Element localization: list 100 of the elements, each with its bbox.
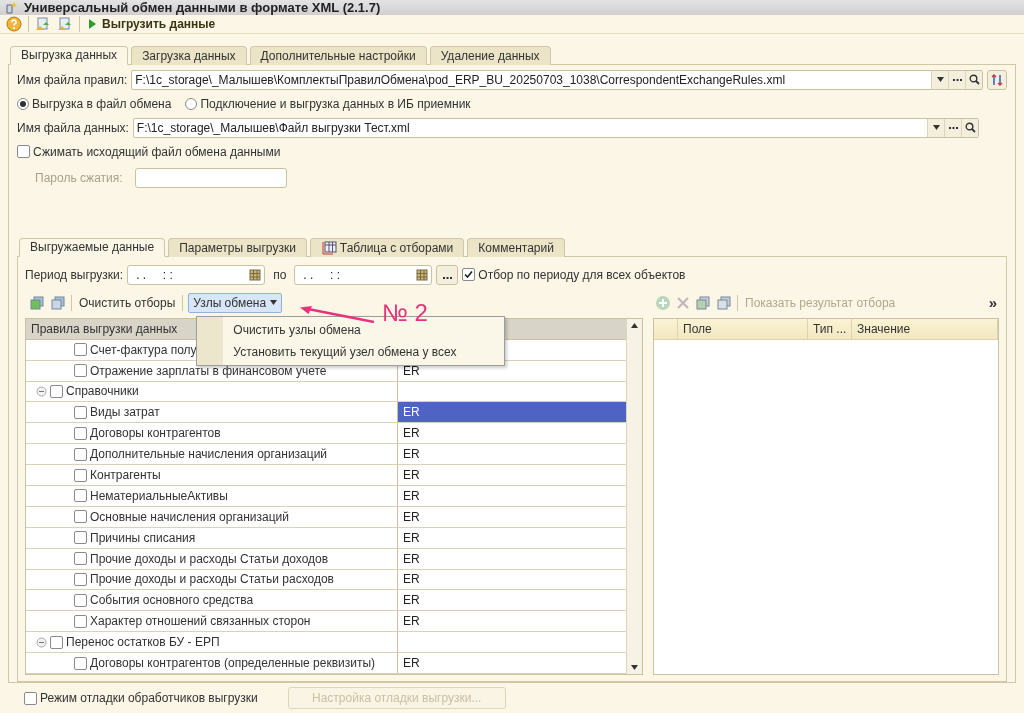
radio-label: Выгрузка в файл обмена (32, 96, 172, 111)
tab[interactable]: Дополнительные настройки (249, 45, 427, 65)
exchange-nodes-dropdown[interactable]: Узлы обмена (188, 292, 283, 313)
checkbox[interactable] (24, 691, 37, 705)
rule-name: Договоры контрагентов (определенные реквизиты) (90, 656, 376, 671)
rule-name: Основные начисления организаций (90, 509, 290, 524)
export-button[interactable]: Выгрузить данные (86, 16, 218, 31)
document-import-icon[interactable] (35, 15, 51, 32)
scroll-up-icon[interactable] (631, 322, 638, 328)
checkbox[interactable] (74, 343, 87, 357)
checkbox-label: Сжимать исходящий файл обмена данными (33, 144, 281, 159)
search-icon[interactable] (965, 70, 982, 89)
annotation-label: № 2 (382, 300, 428, 326)
collapse-icon[interactable] (36, 385, 47, 397)
rule-name: Характер отношений связанных сторон (90, 614, 311, 629)
column-header[interactable]: Тип ... (808, 318, 852, 339)
password-field[interactable] (134, 167, 287, 188)
column-header[interactable]: Правила выгрузки данных (31, 321, 178, 336)
dropdown-icon[interactable] (932, 125, 940, 131)
period-button[interactable] (436, 264, 459, 285)
node-value: ER (403, 656, 420, 671)
checkbox[interactable] (17, 145, 30, 159)
ellipsis-icon[interactable] (948, 126, 958, 129)
column-header[interactable]: Значение (852, 318, 998, 339)
tab[interactable]: Загрузка данных (131, 45, 247, 65)
node-value: ER (403, 572, 420, 587)
radio-button[interactable] (17, 97, 29, 110)
checkbox[interactable] (74, 552, 87, 566)
delete-icon[interactable] (676, 295, 690, 310)
tab[interactable]: Параметры выгрузки (168, 237, 307, 257)
check-all-icon[interactable] (695, 294, 711, 311)
checkbox[interactable] (74, 426, 87, 440)
data-file-field[interactable]: F:\1c_storage\_Малышев\Файл выгрузки Тест.xml (132, 117, 979, 138)
tab[interactable]: Таблица с отборами (309, 237, 465, 257)
rule-name: Счет-фактура полу (90, 342, 197, 357)
dropdown-icon[interactable] (936, 77, 944, 83)
ellipsis-icon[interactable] (442, 276, 452, 279)
checkbox[interactable] (74, 405, 87, 419)
checkbox[interactable] (74, 489, 87, 503)
calendar-icon[interactable] (249, 268, 262, 281)
field-label: Имя файла правил: (17, 72, 128, 87)
window-title: Универсальный обмен данными в формате XML (2.1.7) (24, 0, 381, 15)
ellipsis-icon[interactable] (952, 78, 962, 81)
checkbox[interactable] (74, 593, 87, 607)
checkbox[interactable] (74, 364, 87, 378)
checkbox-label: Отбор по периоду для всех объектов (478, 267, 686, 282)
rule-name: Дополнительные начисления организаций (90, 447, 328, 462)
node-value: ER (403, 363, 420, 378)
app-icon (4, 0, 18, 15)
node-value: ER (403, 488, 420, 503)
rule-name: Виды затрат (90, 405, 160, 420)
checkbox[interactable] (74, 447, 87, 461)
table-icon (320, 240, 337, 255)
calendar-icon[interactable] (416, 268, 429, 281)
checkbox[interactable] (50, 635, 63, 649)
date-field[interactable]: . . : : (127, 264, 266, 285)
checkbox[interactable] (50, 384, 63, 398)
tab[interactable]: Удаление данных (429, 45, 551, 65)
checkbox[interactable] (74, 468, 87, 482)
rules-file-field[interactable]: F:\1c_storage\_Малышев\КомплектыПравилОбмена\pod_ERP_BU_20250703_1038\CorrespondentExchangeRules.xml (131, 69, 983, 90)
rule-name: События основного средства (90, 593, 254, 608)
checkbox[interactable] (74, 656, 87, 670)
field-label: Имя файла данных: (17, 120, 129, 135)
node-value: ER (403, 447, 420, 462)
checkbox[interactable] (74, 510, 87, 524)
more-button[interactable]: » (986, 294, 999, 312)
menu-item[interactable]: Установить текущий узел обмена у всех (197, 340, 505, 363)
checkbox[interactable] (74, 531, 87, 545)
rule-name: Контрагенты (90, 468, 161, 483)
radio-label: Подключение и выгрузка данных в ИБ приемник (200, 96, 471, 111)
rule-name: Отражение зарплаты в финансовом учете (90, 363, 327, 378)
play-icon (88, 17, 97, 30)
node-value: ER (403, 593, 420, 608)
search-icon[interactable] (961, 118, 978, 137)
checkbox[interactable] (74, 573, 87, 586)
refresh-button[interactable] (987, 69, 1007, 90)
checkbox[interactable] (74, 614, 87, 628)
uncheck-all-icon[interactable] (50, 294, 66, 311)
radio-button[interactable] (185, 97, 198, 110)
node-value: ER (403, 426, 420, 441)
dropdown-icon[interactable] (270, 300, 278, 306)
checkbox[interactable] (462, 268, 476, 282)
rule-name: Прочие доходы и расходы Статьи расходов (90, 572, 334, 587)
node-value: ER (403, 468, 420, 483)
column-header[interactable]: Поле (678, 318, 808, 339)
selected-cell[interactable]: ER (398, 402, 626, 423)
uncheck-all-icon[interactable] (716, 294, 732, 311)
collapse-icon[interactable] (36, 636, 47, 648)
tab[interactable]: Комментарий (467, 237, 565, 257)
scrollbar[interactable] (626, 318, 642, 674)
check-all-icon[interactable] (29, 294, 45, 311)
clear-filters-button[interactable]: Очистить отборы (77, 295, 178, 310)
tab[interactable]: Выгрузка данных (10, 45, 129, 65)
node-value: ER (403, 530, 420, 545)
document-export-icon[interactable] (57, 15, 73, 32)
help-icon[interactable] (6, 15, 22, 32)
node-value: ER (403, 614, 420, 629)
tab[interactable]: Выгружаемые данные (19, 237, 166, 257)
date-field[interactable]: . . : : (294, 264, 433, 285)
scroll-down-icon[interactable] (631, 665, 638, 670)
